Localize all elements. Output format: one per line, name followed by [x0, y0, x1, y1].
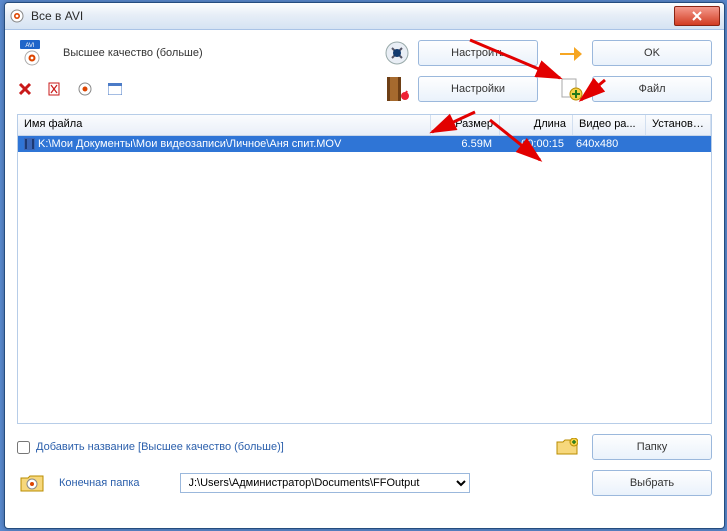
cell-length: 00:00:15	[498, 138, 570, 150]
app-window: Все в AVI AVI Высшее качество (больше) Н…	[4, 2, 725, 529]
footer: Добавить название [Высшее качество (боль…	[5, 424, 724, 508]
select-button[interactable]: Выбрать	[592, 470, 712, 496]
folder-add-icon[interactable]	[556, 438, 578, 456]
col-length[interactable]: Длина	[500, 115, 573, 135]
settings-icon[interactable]	[382, 76, 412, 102]
list-body: K:\Мои Документы\Мои видеозаписи\Личное\…	[18, 136, 711, 423]
window-title: Все в AVI	[31, 9, 83, 23]
configure-icon[interactable]	[382, 40, 412, 66]
svg-text:AVI: AVI	[25, 43, 35, 49]
output-label: Конечная папка	[59, 477, 140, 489]
file-list[interactable]: Имя файла Размер Длина Видео ра... Устан…	[17, 114, 712, 424]
folder-button[interactable]: Папку	[592, 434, 712, 460]
col-videores[interactable]: Видео ра...	[573, 115, 646, 135]
col-size[interactable]: Размер	[431, 115, 500, 135]
add-title-label: Добавить название [Высшее качество (боль…	[36, 441, 284, 453]
col-filename[interactable]: Имя файла	[18, 115, 431, 135]
cell-filename: K:\Мои Документы\Мои видеозаписи\Личное\…	[38, 138, 341, 150]
add-title-input[interactable]	[17, 441, 30, 454]
close-button[interactable]	[674, 6, 720, 26]
output-path-select[interactable]: J:\Users\Администратор\Documents\FFOutpu…	[180, 473, 470, 493]
toolbar: AVI Высшее качество (больше) Настроить O…	[5, 30, 724, 114]
add-title-checkbox[interactable]: Добавить название [Высшее качество (боль…	[17, 441, 284, 454]
titlebar: Все в AVI	[5, 3, 724, 30]
file-button[interactable]: Файл	[592, 76, 712, 102]
window-icon[interactable]	[107, 81, 123, 97]
cell-res: 640x480	[570, 138, 642, 150]
disc-icon[interactable]	[77, 81, 93, 97]
col-dialog[interactable]: Установить диа...	[646, 115, 711, 135]
output-icon[interactable]	[17, 470, 47, 496]
small-toolbar	[17, 81, 123, 97]
app-icon	[9, 8, 25, 24]
table-row[interactable]: K:\Мои Документы\Мои видеозаписи\Личное\…	[18, 136, 711, 152]
ok-arrow-icon	[556, 40, 586, 66]
clear-icon[interactable]	[47, 81, 63, 97]
configure-button[interactable]: Настроить	[418, 40, 538, 66]
delete-icon[interactable]	[17, 81, 33, 97]
settings-button[interactable]: Настройки	[418, 76, 538, 102]
quality-label: Высшее качество (больше)	[63, 47, 203, 59]
ok-button[interactable]: OK	[592, 40, 712, 66]
cell-size: 6.59M	[430, 138, 498, 150]
list-header: Имя файла Размер Длина Видео ра... Устан…	[18, 115, 711, 136]
video-file-icon	[24, 138, 35, 150]
window-buttons	[672, 6, 720, 26]
file-add-icon[interactable]	[556, 76, 586, 102]
avi-profile-icon[interactable]: AVI	[17, 40, 47, 66]
